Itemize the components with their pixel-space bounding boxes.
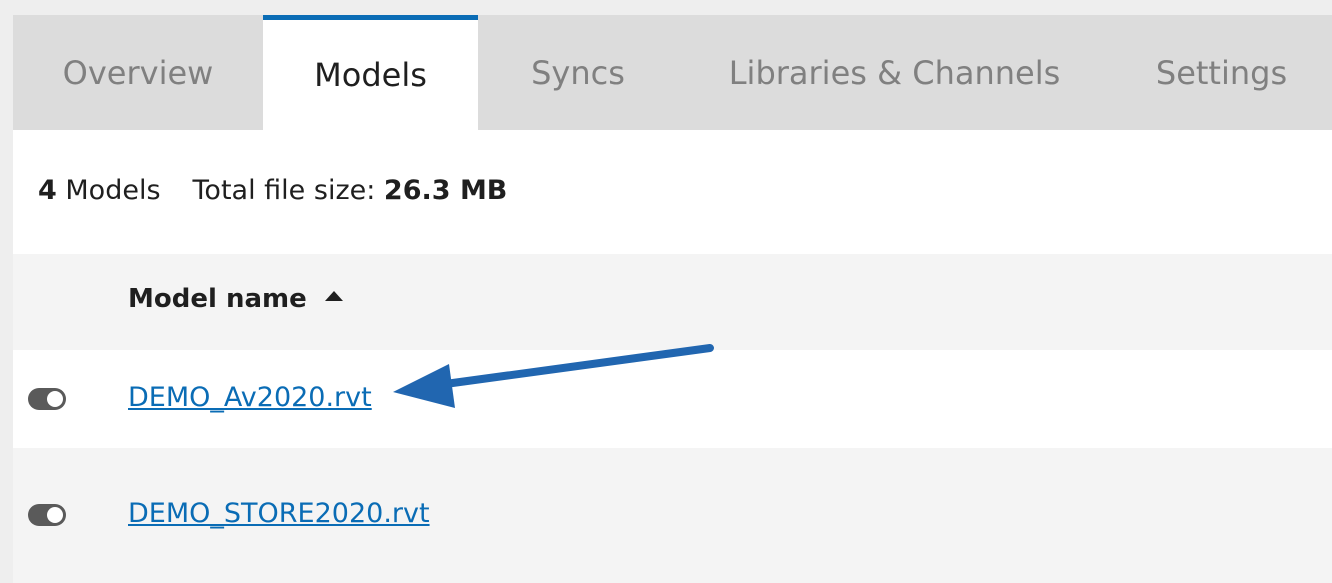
toggle-knob <box>47 507 63 523</box>
tab-overview[interactable]: Overview <box>13 15 263 130</box>
models-summary: 4 Models Total file size: 26.3 MB <box>38 175 507 206</box>
tab-syncs[interactable]: Syncs <box>478 15 678 130</box>
model-file-link[interactable]: DEMO_STORE2020.rvt <box>128 498 430 529</box>
models-label: Models <box>65 175 161 206</box>
tab-settings[interactable]: Settings <box>1111 15 1332 130</box>
tab-models[interactable]: Models <box>263 15 478 130</box>
sort-ascending-icon[interactable] <box>325 291 343 301</box>
tab-bar: Overview Models Syncs Libraries & Channe… <box>13 15 1332 130</box>
total-size-label: Total file size: <box>192 175 376 206</box>
table-row: DEMO_STORE2020.rvt <box>13 448 1332 583</box>
model-toggle-switch[interactable] <box>28 504 66 526</box>
column-header-model-name[interactable]: Model name <box>128 284 307 314</box>
total-size-value: 26.3 MB <box>383 175 508 206</box>
model-count: 4 <box>38 175 57 206</box>
tab-libraries-channels[interactable]: Libraries & Channels <box>678 15 1111 130</box>
model-file-link[interactable]: DEMO_Av2020.rvt <box>128 382 372 413</box>
models-page: Overview Models Syncs Libraries & Channe… <box>13 15 1332 583</box>
model-toggle-switch[interactable] <box>28 388 66 410</box>
table-header: Model name <box>13 254 1332 350</box>
table-row: DEMO_Av2020.rvt <box>13 350 1332 448</box>
toggle-knob <box>47 391 63 407</box>
